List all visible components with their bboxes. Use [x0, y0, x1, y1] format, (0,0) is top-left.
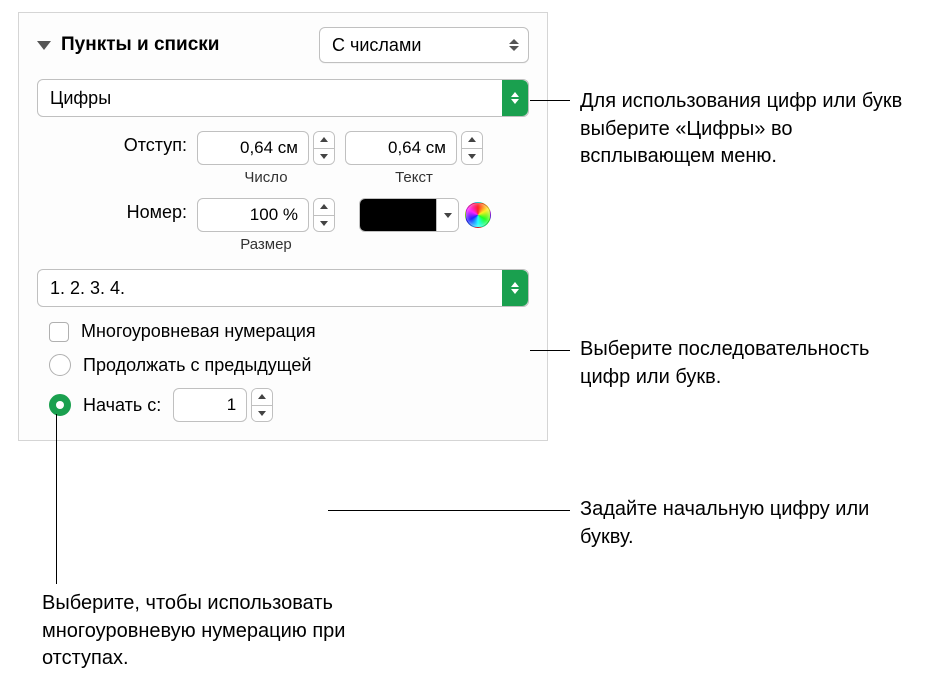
updown-icon [506, 39, 522, 51]
number-format-popup[interactable]: Цифры [37, 79, 529, 117]
list-style-popup[interactable]: С числами [319, 27, 529, 63]
callout-start: Задайте начальную цифру или букву. [580, 496, 910, 551]
leader-line [328, 510, 570, 511]
number-size-group: Размер [197, 198, 335, 253]
indent-number-sublabel: Число [244, 169, 287, 186]
start-label: Начать с: [83, 395, 161, 416]
number-size-sublabel: Размер [240, 236, 292, 253]
indent-label: Отступ: [37, 131, 187, 156]
number-size-stepper[interactable] [197, 198, 335, 232]
number-color-group [359, 198, 491, 232]
chevron-down-icon [436, 199, 458, 231]
callout-sequence: Выберите последовательность цифр или бук… [580, 336, 910, 391]
tiered-checkbox[interactable] [49, 322, 69, 342]
start-value-input[interactable] [173, 388, 247, 422]
panel-title: Пункты и списки [61, 34, 309, 56]
indent-row: Отступ: Число Текст [19, 117, 547, 186]
indent-number-stepper[interactable] [197, 131, 335, 165]
indent-text-group: Текст [345, 131, 483, 186]
sequence-popup[interactable]: 1. 2. 3. 4. [37, 269, 529, 307]
stepper-buttons[interactable] [313, 198, 335, 232]
bullets-lists-panel: Пункты и списки С числами Цифры Отступ: … [18, 12, 548, 441]
tiered-label: Многоуровневая нумерация [81, 321, 316, 342]
leader-line [530, 100, 570, 101]
continue-radio-row: Продолжать с предыдущей [19, 342, 547, 376]
panel-header: Пункты и списки С числами [19, 13, 547, 73]
indent-text-stepper[interactable] [345, 131, 483, 165]
number-label: Номер: [37, 198, 187, 223]
stepper-buttons[interactable] [313, 131, 335, 165]
number-row: Номер: Размер [19, 186, 547, 253]
leader-line [530, 350, 570, 351]
start-radio-row: Начать с: [19, 376, 547, 422]
list-style-popup-label: С числами [332, 35, 421, 56]
start-value-stepper[interactable] [173, 388, 273, 422]
indent-number-group: Число [197, 131, 335, 186]
sequence-label: 1. 2. 3. 4. [50, 278, 125, 299]
leader-line [56, 414, 57, 584]
continue-label: Продолжать с предыдущей [83, 355, 311, 376]
stepper-buttons[interactable] [461, 131, 483, 165]
indent-text-input[interactable] [345, 131, 457, 165]
popup-cap-icon [502, 80, 528, 116]
number-format-label: Цифры [50, 88, 111, 109]
start-radio[interactable] [49, 394, 71, 416]
tiered-checkbox-row: Многоуровневая нумерация [19, 307, 547, 342]
disclosure-triangle-icon[interactable] [37, 41, 51, 50]
indent-number-input[interactable] [197, 131, 309, 165]
continue-radio[interactable] [49, 354, 71, 376]
indent-text-sublabel: Текст [395, 169, 433, 186]
color-fill [360, 199, 436, 231]
number-size-input[interactable] [197, 198, 309, 232]
popup-cap-icon [502, 270, 528, 306]
color-wheel-icon[interactable] [465, 202, 491, 228]
color-swatch-popup[interactable] [359, 198, 459, 232]
stepper-buttons[interactable] [251, 388, 273, 422]
callout-format: Для использования цифр или букв выберите… [580, 88, 910, 171]
callout-tiered: Выберите, чтобы использовать многоуровне… [42, 590, 402, 673]
